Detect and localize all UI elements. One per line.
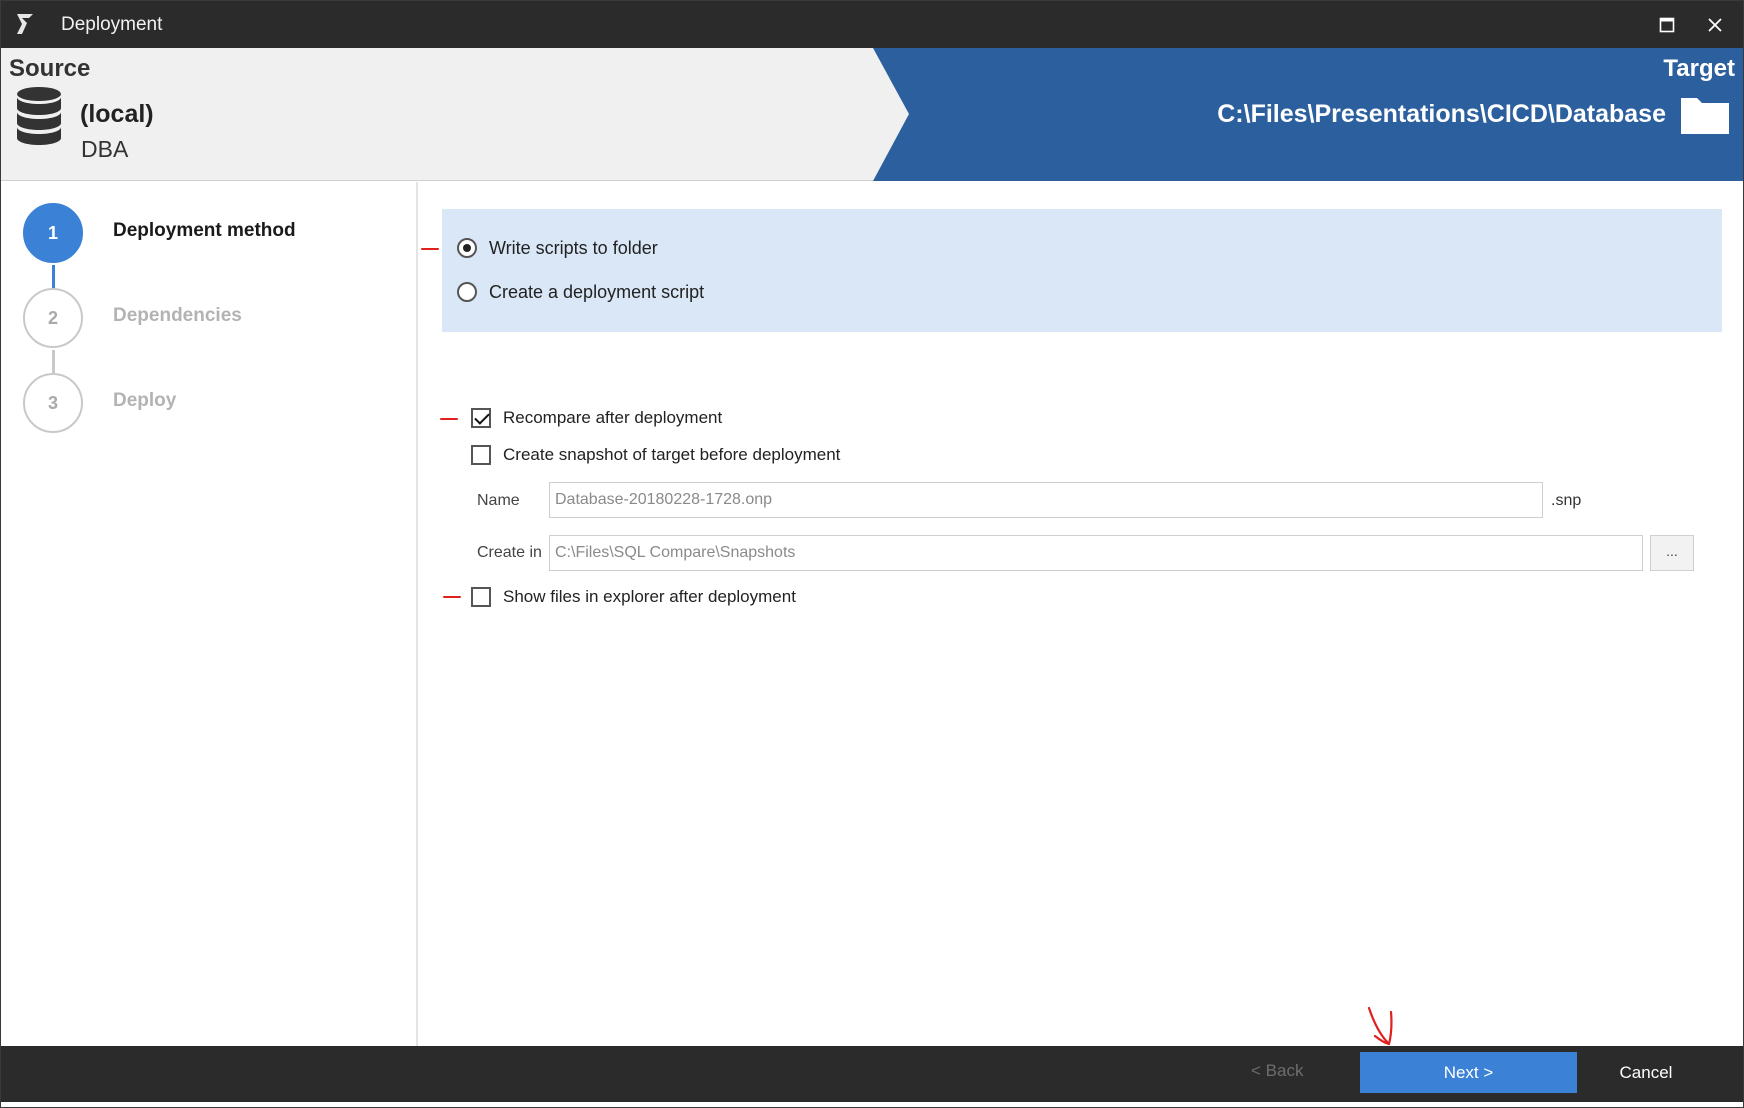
target-label: Target [1663,55,1735,82]
create-in-label: Create in [477,544,542,561]
source-label: Source [9,55,91,82]
close-icon [1708,18,1722,32]
close-button[interactable] [1695,9,1735,39]
window-title: Deployment [61,14,163,35]
recompare-label: Recompare after deployment [503,408,723,427]
steps-sidebar: 1 Deployment method 2 Dependencies 3 Dep… [1,182,418,1046]
maximize-button[interactable] [1647,9,1687,39]
snapshot-checkbox[interactable] [471,445,491,465]
recompare-option[interactable]: Recompare after deployment [471,406,722,430]
annotation-arrow-icon [1367,1006,1393,1046]
snapshot-label: Create snapshot of target before deploym… [503,445,841,464]
folder-icon [1681,98,1729,134]
next-button[interactable]: Next > [1360,1052,1577,1093]
deployment-window: Deployment Source (local) DBA Target C:\… [0,0,1744,1108]
step-deployment-method[interactable]: 1 Deployment method [23,203,383,265]
step-deploy[interactable]: 3 Deploy [23,373,383,435]
annotation-mark [443,596,461,598]
step-number-badge: 1 [23,203,83,263]
show-files-option[interactable]: Show files in explorer after deployment [471,585,796,609]
radio-button[interactable] [457,282,477,302]
step-dependencies[interactable]: 2 Dependencies [23,288,383,350]
wizard-footer: < Back Next > Cancel [1,1046,1743,1102]
database-icon [17,87,61,145]
step-connector [52,265,55,290]
radio-button[interactable] [457,238,477,258]
option-label: Create a deployment script [489,281,705,302]
step-label: Dependencies [113,305,242,326]
recompare-checkbox[interactable] [471,408,491,428]
sql-compare-logo-icon [17,14,33,34]
option-label: Write scripts to folder [489,237,658,258]
option-create-deployment-script[interactable]: Create a deployment script [457,279,704,305]
step-number-badge: 3 [23,373,83,433]
snapshot-name-label: Name [477,492,520,509]
snapshot-extension: .snp [1551,492,1582,509]
maximize-icon [1659,17,1675,33]
annotation-mark [421,248,439,250]
step-number-badge: 2 [23,288,83,348]
title-bar: Deployment [1,1,1743,48]
snapshot-name-field[interactable]: Database-20180228-1728.onp [549,482,1543,518]
snapshot-option[interactable]: Create snapshot of target before deploym… [471,443,840,467]
annotation-mark [440,418,458,420]
deployment-method-panel: Write scripts to folder Create a deploym… [442,209,1722,332]
target-folder-path: C:\Files\Presentations\CICD\Database [1217,100,1666,128]
source-server-name: (local) [80,100,154,128]
step-label: Deployment method [113,220,296,241]
create-in-field[interactable]: C:\Files\SQL Compare\Snapshots [549,535,1643,571]
step-connector [52,350,55,375]
show-files-checkbox[interactable] [471,587,491,607]
option-write-scripts-to-folder[interactable]: Write scripts to folder [457,235,658,261]
source-database-name: DBA [81,136,129,162]
cancel-button[interactable]: Cancel [1606,1052,1686,1093]
browse-button[interactable]: ... [1650,535,1694,571]
back-button[interactable]: < Back [1251,1061,1303,1081]
show-files-label: Show files in explorer after deployment [503,587,796,606]
step-label: Deploy [113,390,177,411]
source-target-header: Source (local) DBA Target C:\Files\Prese… [1,48,1743,181]
